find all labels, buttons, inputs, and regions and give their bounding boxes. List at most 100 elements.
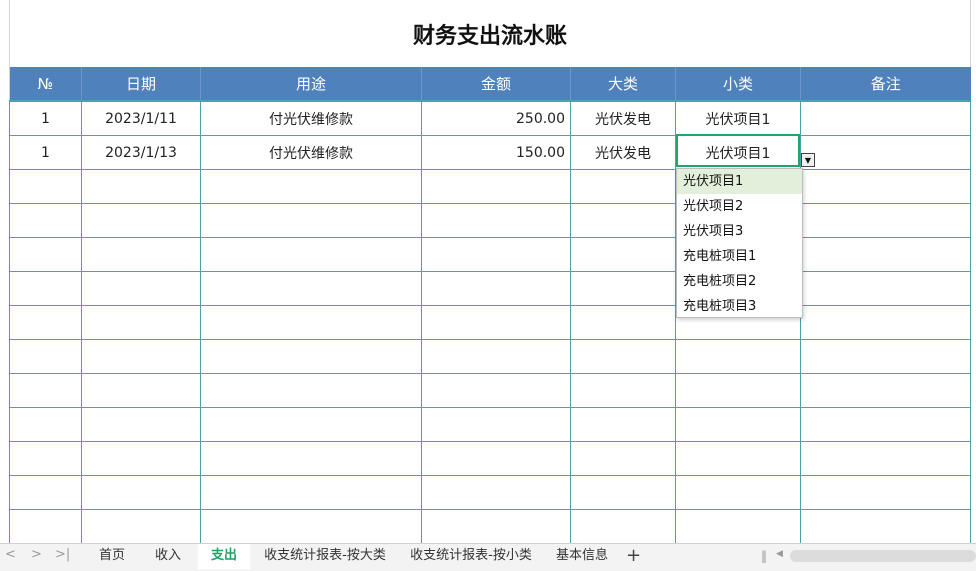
table-cell[interactable] <box>800 203 971 238</box>
table-cell[interactable] <box>200 373 422 408</box>
table-cell[interactable] <box>570 203 676 238</box>
table-cell[interactable] <box>570 407 676 442</box>
table-cell[interactable] <box>200 169 422 204</box>
table-cell[interactable] <box>81 407 201 442</box>
table-cell[interactable]: 光伏发电 <box>570 135 676 170</box>
table-cell[interactable] <box>675 339 801 374</box>
tab-expense[interactable]: 支出 <box>198 544 250 569</box>
table-cell[interactable] <box>200 203 422 238</box>
table-cell[interactable]: 2023/1/11 <box>81 100 201 136</box>
tab-home[interactable]: 首页 <box>90 544 134 568</box>
table-cell[interactable] <box>800 305 971 340</box>
table-cell[interactable]: 光伏项目1 <box>675 135 801 170</box>
table-cell[interactable] <box>570 305 676 340</box>
table-cell[interactable] <box>800 135 971 170</box>
table-cell[interactable] <box>800 441 971 476</box>
table-cell[interactable]: 150.00 <box>421 135 571 170</box>
table-cell[interactable] <box>9 407 82 442</box>
table-cell[interactable] <box>81 475 201 510</box>
table-cell[interactable]: 光伏发电 <box>570 100 676 136</box>
table-cell[interactable] <box>421 373 571 408</box>
table-cell[interactable] <box>570 373 676 408</box>
table-cell[interactable] <box>421 237 571 272</box>
table-cell[interactable] <box>421 305 571 340</box>
tab-income[interactable]: 收入 <box>146 544 190 568</box>
table-cell[interactable] <box>9 373 82 408</box>
table-cell[interactable] <box>9 169 82 204</box>
table-cell[interactable] <box>800 169 971 204</box>
table-cell[interactable] <box>570 237 676 272</box>
split-handle[interactable]: ‖ <box>761 549 767 563</box>
table-cell[interactable] <box>800 475 971 510</box>
column-header[interactable]: № <box>9 67 82 101</box>
table-cell[interactable] <box>200 271 422 306</box>
table-cell[interactable] <box>200 441 422 476</box>
dropdown-option[interactable]: 光伏项目3 <box>677 219 802 244</box>
tab-basic-info[interactable]: 基本信息 <box>548 544 616 568</box>
table-cell[interactable] <box>81 203 201 238</box>
table-cell[interactable] <box>81 509 201 543</box>
table-cell[interactable] <box>800 100 971 136</box>
tab-report-by-category[interactable]: 收支统计报表-按大类 <box>258 544 392 568</box>
table-cell[interactable] <box>81 441 201 476</box>
horizontal-scrollbar[interactable] <box>790 550 976 562</box>
table-cell[interactable]: 付光伏维修款 <box>200 100 422 136</box>
table-cell[interactable]: 1 <box>9 135 82 170</box>
table-cell[interactable] <box>81 237 201 272</box>
column-header[interactable]: 小类 <box>675 67 801 101</box>
table-cell[interactable] <box>675 509 801 543</box>
nav-first-icon[interactable]: < <box>5 547 16 562</box>
table-cell[interactable] <box>9 305 82 340</box>
table-cell[interactable]: 2023/1/13 <box>81 135 201 170</box>
table-cell[interactable] <box>421 509 571 543</box>
table-cell[interactable] <box>200 407 422 442</box>
column-header[interactable]: 大类 <box>570 67 676 101</box>
table-cell[interactable] <box>421 339 571 374</box>
dropdown-arrow-icon[interactable]: ▼ <box>801 153 815 167</box>
table-cell[interactable] <box>421 203 571 238</box>
table-cell[interactable] <box>570 339 676 374</box>
table-cell[interactable] <box>200 237 422 272</box>
table-cell[interactable] <box>800 271 971 306</box>
table-cell[interactable] <box>421 169 571 204</box>
table-cell[interactable] <box>675 407 801 442</box>
table-cell[interactable] <box>200 305 422 340</box>
tab-report-by-subcategory[interactable]: 收支统计报表-按小类 <box>404 544 538 568</box>
table-cell[interactable] <box>200 509 422 543</box>
dropdown-option[interactable]: 光伏项目2 <box>677 194 802 219</box>
table-cell[interactable]: 光伏项目1 <box>675 100 801 136</box>
table-cell[interactable] <box>81 339 201 374</box>
table-cell[interactable] <box>81 373 201 408</box>
table-cell[interactable] <box>675 475 801 510</box>
table-cell[interactable] <box>200 339 422 374</box>
nav-last-icon[interactable]: >| <box>55 547 70 562</box>
table-cell[interactable] <box>675 373 801 408</box>
table-cell[interactable] <box>421 441 571 476</box>
table-cell[interactable] <box>421 407 571 442</box>
table-cell[interactable] <box>800 339 971 374</box>
table-cell[interactable] <box>570 475 676 510</box>
table-cell[interactable] <box>570 441 676 476</box>
table-cell[interactable] <box>800 373 971 408</box>
nav-prev-icon[interactable]: > <box>31 547 42 562</box>
table-cell[interactable] <box>9 475 82 510</box>
dropdown-option[interactable]: 光伏项目1 <box>677 169 802 194</box>
table-cell[interactable] <box>9 509 82 543</box>
table-cell[interactable] <box>570 271 676 306</box>
table-cell[interactable] <box>800 407 971 442</box>
table-cell[interactable] <box>9 237 82 272</box>
table-cell[interactable]: 1 <box>9 100 82 136</box>
column-header[interactable]: 备注 <box>800 67 971 101</box>
table-cell[interactable] <box>570 169 676 204</box>
table-cell[interactable] <box>675 441 801 476</box>
table-cell[interactable] <box>81 169 201 204</box>
dropdown-option[interactable]: 充电桩项目2 <box>677 269 802 294</box>
scroll-left-icon[interactable]: ◀ <box>776 549 783 559</box>
column-header[interactable]: 用途 <box>200 67 422 101</box>
table-cell[interactable]: 付光伏维修款 <box>200 135 422 170</box>
table-cell[interactable] <box>9 339 82 374</box>
table-cell[interactable] <box>81 271 201 306</box>
table-cell[interactable] <box>800 237 971 272</box>
table-cell[interactable] <box>81 305 201 340</box>
table-cell[interactable] <box>800 509 971 543</box>
